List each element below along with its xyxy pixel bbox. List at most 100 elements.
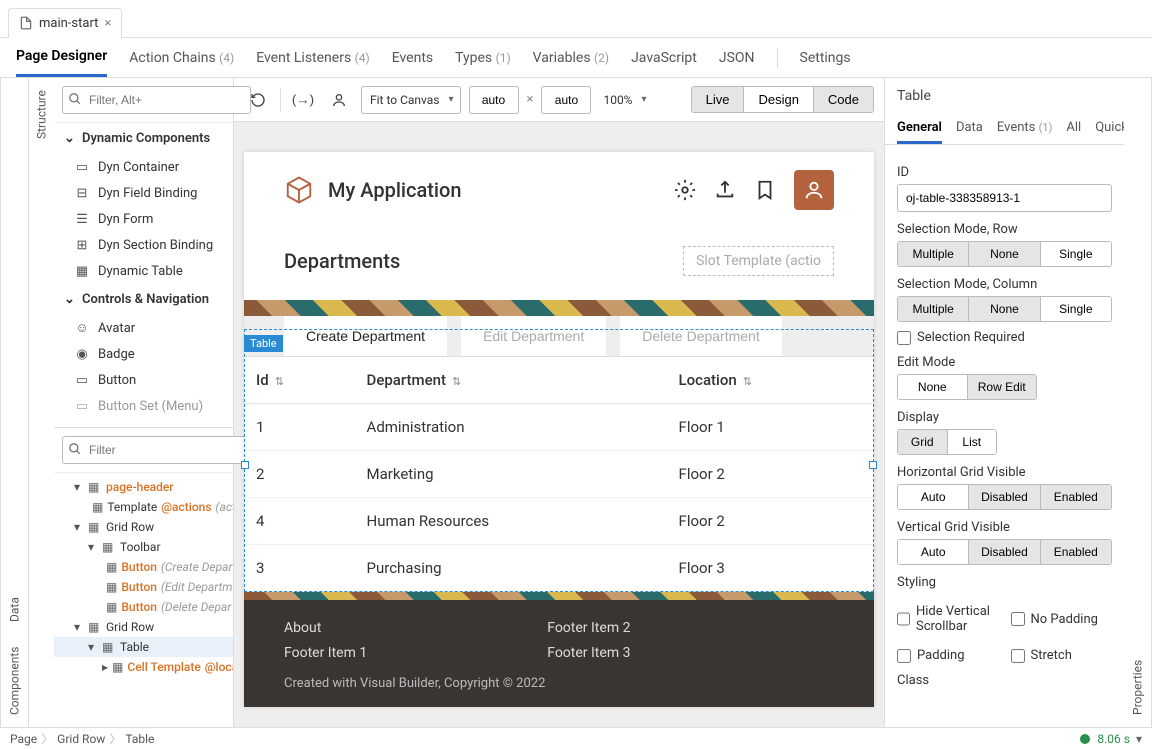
- props-tab-general[interactable]: General: [897, 114, 942, 144]
- vgrid-enabled[interactable]: Enabled: [1040, 540, 1111, 564]
- footer-link[interactable]: About: [284, 616, 367, 641]
- gear-icon[interactable]: [674, 179, 696, 201]
- comp-dyn-container[interactable]: ▭Dyn Container: [54, 154, 233, 180]
- sel-col-single[interactable]: Single: [1040, 297, 1111, 321]
- sel-required-checkbox[interactable]: [897, 331, 911, 345]
- tree-node[interactable]: ▾▦page-header: [54, 477, 233, 497]
- tree-node[interactable]: ▾▦Grid Row: [54, 617, 233, 637]
- table-row[interactable]: 1AdministrationFloor 1: [244, 404, 874, 451]
- file-tab[interactable]: main-start ×: [8, 8, 122, 38]
- hide-scroll-checkbox[interactable]: [897, 612, 910, 626]
- nav-tab-event-listeners[interactable]: Event Listeners (4): [256, 40, 370, 76]
- comp-avatar[interactable]: ☺Avatar: [54, 315, 233, 341]
- sel-row-multiple[interactable]: Multiple: [898, 242, 968, 266]
- caret-icon[interactable]: ▾: [74, 620, 84, 634]
- rail-components[interactable]: Components: [8, 647, 22, 716]
- comp-badge[interactable]: ◉Badge: [54, 341, 233, 367]
- col-id[interactable]: Id⇅: [244, 357, 355, 404]
- col-department[interactable]: Department⇅: [355, 357, 667, 404]
- crumb-table[interactable]: Table: [125, 732, 154, 746]
- caret-icon[interactable]: ▾: [74, 520, 84, 534]
- footer-link[interactable]: Footer Item 1: [284, 641, 367, 666]
- sel-row-single[interactable]: Single: [1040, 242, 1111, 266]
- props-tab-data[interactable]: Data: [956, 114, 983, 144]
- comp-dyn-section-binding[interactable]: ⊞Dyn Section Binding: [54, 232, 233, 258]
- sel-row-none[interactable]: None: [968, 242, 1039, 266]
- tree-node[interactable]: ▾▦Table: [54, 637, 233, 657]
- nav-tab-settings[interactable]: Settings: [800, 40, 851, 76]
- stretch-checkbox[interactable]: [1011, 649, 1025, 663]
- nav-tab-action-chains[interactable]: Action Chains (4): [129, 40, 234, 76]
- close-icon[interactable]: ×: [104, 16, 111, 31]
- tree-node[interactable]: ▾▦Toolbar: [54, 537, 233, 557]
- chevron-down-icon[interactable]: ▾: [1136, 732, 1142, 746]
- zoom-select[interactable]: 100%▾: [599, 86, 652, 114]
- tree-node[interactable]: ▸▦Cell Template @locati: [54, 657, 233, 677]
- edit-none[interactable]: None: [898, 375, 967, 399]
- rail-structure[interactable]: Structure: [35, 90, 49, 139]
- user-button[interactable]: [325, 86, 353, 114]
- comp-button[interactable]: ▭Button: [54, 367, 233, 393]
- hgrid-enabled[interactable]: Enabled: [1040, 485, 1111, 509]
- comp-dynamic-table[interactable]: ▦Dynamic Table: [54, 258, 233, 284]
- rail-data[interactable]: Data: [8, 598, 22, 623]
- nav-tab-variables[interactable]: Variables (2): [533, 40, 609, 76]
- selected-table[interactable]: Table Id⇅ Department⇅ Location⇅ 1Adminis…: [244, 357, 874, 592]
- slot-placeholder[interactable]: Slot Template (actio: [683, 246, 834, 276]
- tab-edit-department[interactable]: Edit Department: [461, 316, 606, 356]
- comp-dyn-field-binding[interactable]: ⊟Dyn Field Binding: [54, 180, 233, 206]
- tree-node[interactable]: ▦Button (Create Depar: [54, 557, 233, 577]
- height-input[interactable]: [541, 86, 591, 114]
- tab-delete-department[interactable]: Delete Department: [620, 316, 782, 356]
- display-grid[interactable]: Grid: [898, 430, 947, 454]
- fit-select[interactable]: Fit to Canvas▾: [361, 86, 461, 114]
- id-input[interactable]: [897, 184, 1112, 212]
- components-filter-input[interactable]: [62, 86, 251, 114]
- crumb-page[interactable]: Page: [10, 732, 37, 746]
- nav-tab-javascript[interactable]: JavaScript: [631, 40, 697, 76]
- sel-col-none[interactable]: None: [968, 297, 1039, 321]
- mode-design[interactable]: Design: [743, 87, 812, 112]
- caret-icon[interactable]: ▸: [102, 660, 108, 674]
- props-tab-all[interactable]: All: [1066, 114, 1081, 144]
- tree-node[interactable]: ▦Template @actions (act: [54, 497, 233, 517]
- hgrid-auto[interactable]: Auto: [898, 485, 968, 509]
- share-icon[interactable]: [714, 179, 736, 201]
- crumb-grid-row[interactable]: Grid Row: [57, 732, 105, 746]
- props-tab-events[interactable]: Events (1): [997, 114, 1053, 144]
- hgrid-disabled[interactable]: Disabled: [968, 485, 1039, 509]
- data-table[interactable]: Id⇅ Department⇅ Location⇅ 1Administratio…: [244, 357, 874, 592]
- caret-icon[interactable]: ▾: [88, 540, 98, 554]
- display-list[interactable]: List: [947, 430, 997, 454]
- col-location[interactable]: Location⇅: [667, 357, 874, 404]
- section-dynamic[interactable]: ⌄Dynamic Components: [54, 123, 233, 154]
- nav-tab-json[interactable]: JSON: [719, 40, 755, 76]
- vgrid-disabled[interactable]: Disabled: [968, 540, 1039, 564]
- vgrid-auto[interactable]: Auto: [898, 540, 968, 564]
- nav-tab-types[interactable]: Types (1): [455, 40, 511, 76]
- footer-link[interactable]: Footer Item 3: [547, 641, 630, 666]
- structure-filter-input[interactable]: [62, 436, 251, 464]
- caret-icon[interactable]: ▾: [88, 640, 98, 654]
- bookmark-icon[interactable]: [754, 179, 776, 201]
- mode-code[interactable]: Code: [813, 87, 873, 112]
- table-row[interactable]: 2MarketingFloor 2: [244, 451, 874, 498]
- nav-tab-events[interactable]: Events: [392, 40, 433, 76]
- edit-row[interactable]: Row Edit: [967, 375, 1037, 399]
- tree-node[interactable]: ▦Button (Edit Departm: [54, 577, 233, 597]
- canvas[interactable]: My Application Departments Slot Template…: [244, 152, 874, 707]
- no-padding-checkbox[interactable]: [1011, 612, 1025, 626]
- table-row[interactable]: 4Human ResourcesFloor 2: [244, 498, 874, 545]
- rail-properties[interactable]: Properties: [1131, 660, 1145, 715]
- tree-node[interactable]: ▾▦Grid Row: [54, 517, 233, 537]
- props-tab-quick[interactable]: Quick S: [1095, 114, 1124, 144]
- expand-button[interactable]: (→): [289, 86, 317, 114]
- padding-checkbox[interactable]: [897, 649, 911, 663]
- footer-link[interactable]: Footer Item 2: [547, 616, 630, 641]
- width-input[interactable]: [469, 86, 519, 114]
- avatar[interactable]: [794, 170, 834, 210]
- mode-live[interactable]: Live: [692, 87, 744, 112]
- tab-create-department[interactable]: Create Department: [284, 316, 447, 356]
- comp-dyn-form[interactable]: ☰Dyn Form: [54, 206, 233, 232]
- tree-node[interactable]: ▦Button (Delete Depar: [54, 597, 233, 617]
